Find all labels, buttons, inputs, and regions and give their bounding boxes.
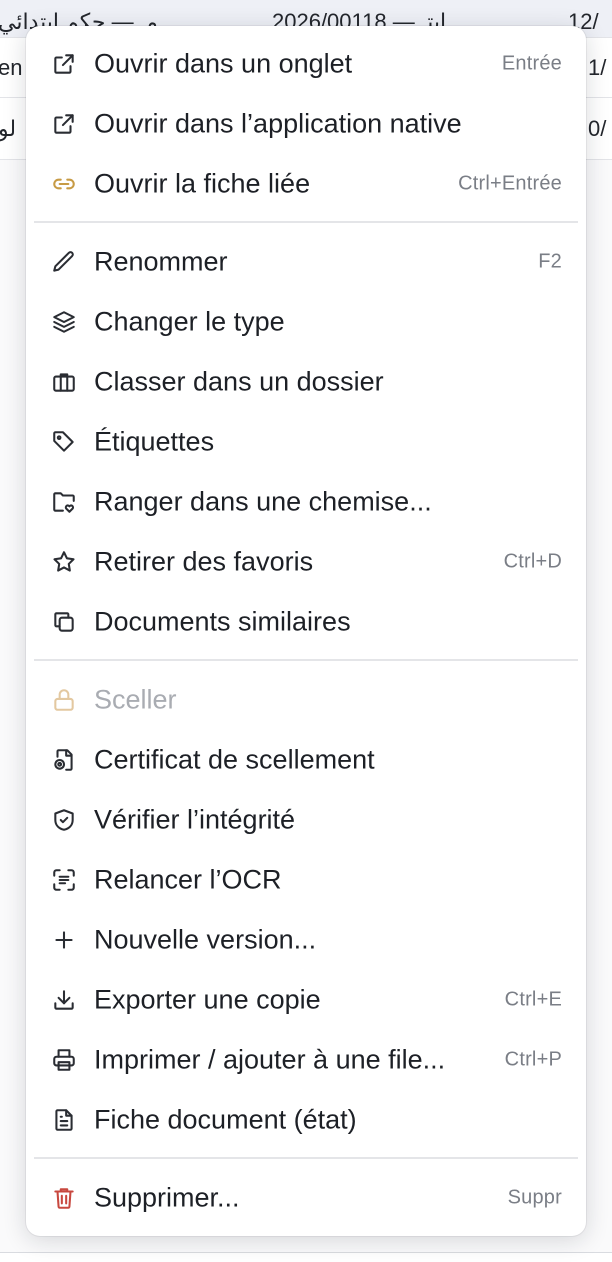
menu-item-label: Documents similaires [94, 606, 351, 637]
menu-item-shortcut: Ctrl+P [504, 1048, 562, 1071]
menu-item-shortcut: Ctrl+Entrée [458, 172, 562, 195]
menu-item-document-record[interactable]: Fiche document (état) [26, 1090, 586, 1150]
external-link-icon [50, 50, 78, 78]
pencil-icon [50, 248, 78, 276]
menu-separator [34, 1157, 578, 1159]
layers-icon [50, 308, 78, 336]
menu-item-label: Changer le type [94, 306, 285, 337]
menu-item-label: Ouvrir dans un onglet [94, 48, 353, 79]
menu-item-remove-favorite[interactable]: Retirer des favoris Ctrl+D [26, 532, 586, 592]
star-icon [50, 548, 78, 576]
menu-separator [34, 659, 578, 661]
briefcase-icon [50, 368, 78, 396]
table-cell: 0/ [588, 115, 607, 141]
menu-item-open-native-app[interactable]: Ouvrir dans l’application native [26, 94, 586, 154]
menu-item-label: Relancer l’OCR [94, 864, 282, 895]
folder-heart-icon [50, 488, 78, 516]
table-cell: 1/ [588, 54, 607, 80]
menu-item-similar-documents[interactable]: Documents similaires [26, 592, 586, 652]
menu-item-label: Classer dans un dossier [94, 366, 384, 397]
menu-item-label: Étiquettes [94, 426, 215, 457]
download-icon [50, 986, 78, 1014]
tag-icon [50, 428, 78, 456]
scan-text-icon [50, 866, 78, 894]
menu-item-label: Ouvrir dans l’application native [94, 108, 462, 139]
shield-check-icon [50, 806, 78, 834]
menu-item-label: Ouvrir la fiche liée [94, 168, 311, 199]
link-icon [50, 170, 78, 198]
menu-item-seal[interactable]: Sceller [26, 670, 586, 730]
menu-item-shortcut: Suppr [507, 1186, 562, 1209]
printer-icon [50, 1046, 78, 1074]
file-text-icon [50, 1106, 78, 1134]
menu-item-label: Nouvelle version... [94, 924, 317, 955]
menu-item-open-in-tab[interactable]: Ouvrir dans un onglet Entrée [26, 34, 586, 94]
menu-item-label: Sceller [94, 684, 177, 715]
menu-item-label: Vérifier l’intégrité [94, 804, 296, 835]
copy-icon [50, 608, 78, 636]
menu-item-label: Certificat de scellement [94, 744, 375, 775]
menu-item-verify-integrity[interactable]: Vérifier l’intégrité [26, 790, 586, 850]
table-footer [0, 1252, 612, 1262]
menu-item-shortcut: Ctrl+E [504, 988, 562, 1011]
menu-item-print[interactable]: Imprimer / ajouter à une file... Ctrl+P [26, 1030, 586, 1090]
plus-icon [50, 926, 78, 954]
menu-item-shortcut: Ctrl+D [503, 550, 562, 573]
menu-item-new-version[interactable]: Nouvelle version... [26, 910, 586, 970]
menu-item-label: Supprimer... [94, 1182, 240, 1213]
menu-item-seal-certificate[interactable]: Certificat de scellement [26, 730, 586, 790]
menu-item-delete[interactable]: Supprimer... Suppr [26, 1168, 586, 1228]
menu-item-label: Imprimer / ajouter à une file... [94, 1044, 446, 1075]
table-cell: لو [0, 115, 17, 141]
menu-item-change-type[interactable]: Changer le type [26, 292, 586, 352]
menu-item-shortcut: F2 [538, 250, 562, 273]
context-menu: Ouvrir dans un onglet Entrée Ouvrir dans… [26, 26, 586, 1236]
trash-icon [50, 1184, 78, 1212]
menu-item-label: Retirer des favoris [94, 546, 314, 577]
menu-item-rename[interactable]: Renommer F2 [26, 232, 586, 292]
lock-icon [50, 686, 78, 714]
menu-separator [34, 221, 578, 223]
menu-item-shortcut: Entrée [501, 52, 562, 75]
table-cell: en [0, 54, 23, 80]
menu-item-file-in-folder[interactable]: Classer dans un dossier [26, 352, 586, 412]
menu-item-rerun-ocr[interactable]: Relancer l’OCR [26, 850, 586, 910]
file-badge-icon [50, 746, 78, 774]
external-link-icon [50, 110, 78, 138]
menu-item-label: Ranger dans une chemise... [94, 486, 432, 517]
menu-item-label: Renommer [94, 246, 228, 277]
menu-item-tags[interactable]: Étiquettes [26, 412, 586, 472]
menu-item-store-in-folder[interactable]: Ranger dans une chemise... [26, 472, 586, 532]
menu-item-label: Fiche document (état) [94, 1104, 357, 1135]
menu-item-label: Exporter une copie [94, 984, 321, 1015]
menu-item-open-linked-record[interactable]: Ouvrir la fiche liée Ctrl+Entrée [26, 154, 586, 214]
menu-item-export-copy[interactable]: Exporter une copie Ctrl+E [26, 970, 586, 1030]
